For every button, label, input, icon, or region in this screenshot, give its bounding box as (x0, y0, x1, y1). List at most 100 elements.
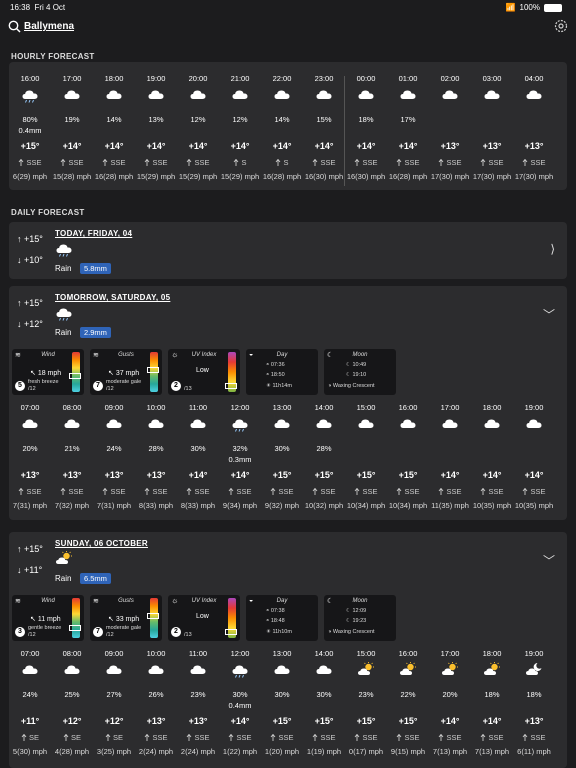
wind-direction: SSE (345, 158, 387, 167)
wind-speed: 10(34) mph (388, 501, 428, 510)
cloud-icon (231, 87, 249, 101)
wind-speed: 8(33) mph (138, 501, 174, 510)
wind-arrow-icon (438, 158, 444, 167)
wind-speed: 11(35) mph (431, 501, 469, 510)
cloud-icon (357, 87, 375, 101)
sunrise-icon: ◓ (266, 362, 270, 368)
gusts-tile[interactable]: ≋ Gusts ↖ 33 mph 7 moderate gale/12 (90, 595, 162, 641)
day-header[interactable]: ↑ +15° ↓ +10° TODAY, FRIDAY, 04 Rain 5.8mm ⟩ (9, 222, 567, 279)
wind-direction: SSE (9, 487, 51, 496)
rain-label: Rain (55, 264, 72, 273)
wind-arrow-icon (480, 158, 486, 167)
wind-speed: 16(30) mph (346, 172, 386, 181)
wind-speed-value: 11 mph (37, 616, 61, 623)
wind-speed: 6(11) mph (517, 747, 551, 756)
wind-arrow-icon: ↖ (30, 616, 36, 623)
chevron-right-icon[interactable]: ⟩ (550, 242, 555, 256)
hour-temp: +13° (524, 716, 544, 726)
wind-direction: S (219, 158, 261, 167)
gust-scale-bar-marker (147, 367, 159, 374)
hour-strip[interactable]: 16:00 80% 0.4mm +15° SSE 6(29) mph 17:00 19% +1… (9, 68, 567, 190)
wind-direction-label: SSE (110, 158, 126, 167)
moonrise-time: ☾ 12:09 (346, 608, 366, 614)
gusts-tile[interactable]: ≋ Gusts ↖ 37 mph 7 moderate gale/12 (90, 349, 162, 395)
location-link[interactable]: Ballymena (24, 21, 74, 32)
precip-chance: 24% (22, 690, 38, 699)
day-card-today[interactable]: ↑ +15° ↓ +10° TODAY, FRIDAY, 04 Rain 5.8mm ⟩ (9, 222, 567, 279)
cloud-icon (441, 416, 459, 430)
hour-temp: +13° (104, 470, 124, 480)
wind-direction: SSE (177, 158, 219, 167)
day-length-tile[interactable]: ◒ Day ◓ 07:38 ◓ 18:48 ☀ 11h10m (246, 595, 318, 641)
wind-direction-label: SSE (488, 487, 504, 496)
hour-column: 15:00 +15° SSE 10(34) mph (345, 397, 387, 517)
uv-scale-bar-marker (225, 382, 237, 389)
wind-direction: SSE (51, 487, 93, 496)
hour-temp: +14° (272, 141, 292, 151)
moon-tile[interactable]: ☾ Moon ☾ 10:49 ☾ 19:10 ◑ Waxing Crescent (324, 349, 396, 395)
hour-time: 03:00 (482, 74, 502, 83)
moon-tile[interactable]: ☾ Moon ☾ 12:09 ☾ 19:23 ◑ Waxing Crescent (324, 595, 396, 641)
hour-temp: + (555, 141, 567, 151)
precip-chance: 28% (148, 444, 164, 453)
precip-chance: 30% (190, 444, 206, 453)
sunset-time-value: 18:48 (270, 618, 285, 624)
hour-time: 18:00 (104, 74, 124, 83)
moon-phase: ◑ Waxing Crescent (328, 383, 375, 389)
wind-speed: 16(30) mph (304, 172, 344, 181)
wind-arrow-icon (21, 733, 27, 742)
uv-tile[interactable]: ☼ UV Index Low 2/13 (168, 595, 240, 641)
day-card-tomorrow[interactable]: ↑ +15° ↓ +12° TOMORROW, SATURDAY, 05 Rain 2.… (9, 286, 567, 520)
day-card-sunday[interactable]: ↑ +15° ↓ +11° SUNDAY, 06 OCTOBER Rain 6.5mm ﹀… (9, 532, 567, 768)
moonset-icon: ☾ (346, 372, 351, 378)
sun-rain-cloud-icon (55, 551, 73, 572)
day-length-tile[interactable]: ◒ Day ◓ 07:36 ◓ 18:50 ☀ 11h14m (246, 349, 318, 395)
cloud-icon (21, 416, 39, 430)
wind-direction-label: SSE (278, 487, 294, 496)
uv-tile[interactable]: ☼ UV Index Low 2/13 (168, 349, 240, 395)
rain-cloud-icon (55, 241, 73, 262)
wind-speed: 1(19) mph (306, 747, 342, 756)
day-length: ☀ 11h14m (266, 383, 292, 389)
uv-scale: /13 (184, 386, 192, 392)
wind-speed: 2(24) mph (138, 747, 174, 756)
hour-column: 10:00 28% +13° SSE 8(33) mph (135, 397, 177, 517)
wind-direction-label: SSE (530, 733, 546, 742)
hour-strip[interactable]: 07:00 24% +11° SE 5(30) mph 08:00 25% +12° SE 4… (9, 643, 567, 768)
wind-direction-label: SSE (320, 158, 336, 167)
sunrise-icon: ◓ (266, 608, 270, 614)
precip-chance: 18% (484, 690, 500, 699)
gear-icon[interactable] (554, 19, 568, 33)
wind-tile[interactable]: ≋ Wind ↖ 18 mph 5 fresh breeze/12 (12, 349, 84, 395)
day-high-value: +15° (24, 234, 43, 244)
hour-strip[interactable]: 07:00 20% +13° SSE 7(31) mph 08:00 21% +13° SS… (9, 397, 567, 520)
gust-speed-value: 37 mph (115, 370, 140, 377)
precip-chance: 15% (316, 115, 332, 124)
rain-cloud-icon (231, 662, 249, 678)
wind-direction-label: SSE (488, 733, 504, 742)
day-header[interactable]: ↑ +15° ↓ +12° TOMORROW, SATURDAY, 05 Rain 2.… (9, 286, 567, 343)
precip-chance: 30% (274, 690, 290, 699)
chevron-down-icon[interactable]: ﹀ (543, 306, 555, 323)
sunrise-time: ◓ 07:36 (266, 362, 285, 368)
sunset-icon: ◓ (266, 618, 270, 624)
wind-arrow-icon (186, 158, 192, 167)
day-header[interactable]: ↑ +15° ↓ +11° SUNDAY, 06 OCTOBER Rain 6.5mm ﹀ (9, 532, 567, 589)
rain-cloud-icon (55, 305, 73, 326)
wind-tile[interactable]: ≋ Wind ↖ 11 mph 3 gentle breeze/12 (12, 595, 84, 641)
hour-time: 19:00 (524, 649, 544, 658)
hour-column: +6( (555, 643, 567, 763)
wind-speed: 5(30) mph (12, 747, 48, 756)
hour-column: 23:00 15% +14° SSE 16(30) mph (303, 68, 345, 188)
rain-label: Rain (55, 574, 72, 583)
hour-column: 08:00 21% +13° SSE 7(32) mph (51, 397, 93, 517)
hourly-forecast-card[interactable]: 16:00 80% 0.4mm +15° SSE 6(29) mph 17:00 19% +1… (9, 62, 567, 190)
search-icon[interactable] (8, 20, 21, 33)
wind-direction: SSE (471, 733, 513, 742)
precip-chance: 27% (106, 690, 122, 699)
chevron-down-icon[interactable]: ﹀ (543, 552, 555, 569)
sun-icon: ☀ (266, 383, 271, 389)
precip-chance: 23% (190, 690, 206, 699)
hour-column: 14:00 28% +15° SSE 10(32) mph (303, 397, 345, 517)
hour-temp: +15° (272, 470, 292, 480)
